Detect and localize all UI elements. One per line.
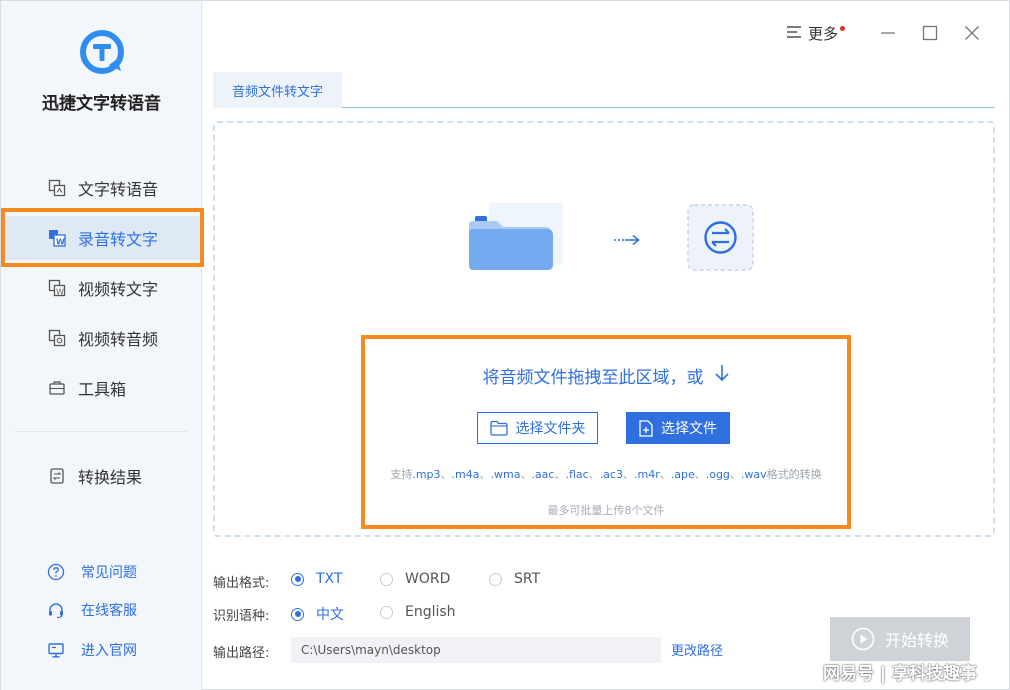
sidebar-item-toolbox[interactable]: 工具箱 — [1, 366, 202, 410]
sidebar-item-label: 视频转音频 — [78, 330, 159, 349]
close-icon — [965, 26, 979, 40]
text-to-speech-icon — [47, 178, 67, 198]
maximize-button[interactable] — [920, 23, 940, 43]
radio-label: SRT — [514, 571, 541, 587]
output-format-label: 输出格式: — [213, 576, 270, 591]
format-item: .mp3 — [412, 468, 441, 481]
arrow-right-icon — [614, 234, 640, 246]
convert-icon — [687, 204, 754, 271]
radio-label: English — [405, 604, 456, 620]
more-label: 更多 — [808, 25, 839, 43]
app-name: 迅捷文字转语音 — [42, 94, 161, 114]
sidebar-item-video-to-text[interactable]: W 视频转文字 — [1, 266, 202, 310]
minimize-icon — [881, 32, 895, 34]
radio-language-chinese[interactable]: 中文 — [291, 604, 344, 624]
change-path-link[interactable]: 更改路径 — [671, 640, 723, 659]
output-path-label: 输出路径: — [213, 646, 270, 661]
tab-audio-to-text[interactable]: 音频文件转文字 — [213, 72, 342, 108]
drop-prompt: 将音频文件拖拽至此区域，或 — [365, 363, 847, 388]
radio-dot — [380, 572, 393, 586]
help-label: 在线客服 — [81, 603, 137, 619]
more-menu-button[interactable]: 更多 — [786, 23, 846, 44]
select-file-button[interactable]: 选择文件 — [626, 412, 730, 444]
svg-text:W: W — [56, 238, 65, 247]
results-icon — [47, 466, 67, 486]
svg-text:W: W — [56, 288, 64, 297]
audio-to-text-icon: W — [47, 228, 67, 248]
format-item: .m4r — [633, 468, 660, 481]
app-window: 迅捷文字转语音 文字转语音 W 录音转文字 W 视频转文字 视频转音频 工具箱 … — [0, 0, 1010, 690]
start-convert-label: 开始转换 — [884, 631, 949, 650]
sidebar-item-label: 视频转文字 — [78, 280, 159, 299]
select-file-label: 选择文件 — [661, 421, 717, 437]
output-path-input[interactable] — [291, 637, 661, 663]
sidebar-item-label: 转换结果 — [78, 468, 143, 487]
radio-label: WORD — [405, 571, 451, 587]
format-item: .ape — [670, 468, 695, 481]
monitor-icon — [47, 641, 65, 659]
help-label: 进入官网 — [81, 643, 137, 659]
add-file-icon — [639, 419, 653, 437]
select-folder-label: 选择文件夹 — [515, 421, 586, 437]
minimize-button[interactable] — [878, 23, 898, 43]
maximize-icon — [922, 25, 938, 41]
help-faq[interactable]: 常见问题 — [1, 558, 202, 586]
sidebar-item-label: 工具箱 — [78, 380, 127, 399]
help-label: 常见问题 — [81, 565, 137, 581]
tab-bar: 音频文件转文字 — [213, 72, 995, 108]
radio-label: 中文 — [316, 607, 344, 623]
arrow-down-icon — [714, 364, 730, 387]
language-label: 识别语种: — [213, 609, 270, 624]
video-to-audio-icon — [47, 328, 67, 348]
help-website[interactable]: 进入官网 — [1, 636, 202, 664]
watermark: 网易号 | 享科技趣事 — [823, 664, 978, 684]
format-item: .ac3 — [599, 468, 623, 481]
folder-outline-icon — [489, 420, 508, 436]
radio-dot — [291, 572, 304, 586]
upload-limit: 最多可批量上传8个文件 — [547, 504, 665, 517]
question-icon — [47, 563, 65, 581]
radio-label: TXT — [316, 571, 343, 587]
sidebar-item-label: 文字转语音 — [78, 180, 159, 199]
radio-format-word[interactable]: WORD — [380, 571, 450, 587]
app-logo-icon — [80, 30, 124, 74]
help-online-service[interactable]: 在线客服 — [1, 596, 202, 624]
support-prefix: 支持 — [390, 468, 413, 481]
supported-formats: 支持.mp3、.m4a、.wma、.aac、.flac、.ac3、.m4r、.a… — [390, 468, 822, 481]
format-item: .aac — [531, 468, 555, 481]
radio-language-english[interactable]: English — [380, 604, 456, 620]
radio-dot — [291, 607, 304, 621]
drop-prompt-text: 将音频文件拖拽至此区域，或 — [482, 368, 704, 388]
sidebar-item-audio-to-text[interactable]: W 录音转文字 — [1, 216, 202, 260]
start-convert-button[interactable]: 开始转换 — [830, 617, 970, 661]
sidebar-item-text-to-speech[interactable]: 文字转语音 — [1, 166, 202, 210]
format-item: .wma — [490, 468, 521, 481]
close-button[interactable] — [962, 23, 982, 43]
radio-format-txt[interactable]: TXT — [291, 571, 342, 587]
radio-dot — [380, 605, 393, 619]
format-item: .wav — [740, 468, 767, 481]
sidebar-item-video-to-audio[interactable]: 视频转音频 — [1, 316, 202, 360]
play-icon — [851, 627, 875, 651]
headset-icon — [47, 601, 65, 619]
sidebar: 迅捷文字转语音 文字转语音 W 录音转文字 W 视频转文字 视频转音频 工具箱 … — [1, 1, 204, 690]
sidebar-item-results[interactable]: 转换结果 — [1, 454, 202, 498]
radio-format-srt[interactable]: SRT — [489, 571, 540, 587]
format-item: .ogg — [705, 468, 730, 481]
format-item: .flac — [565, 468, 589, 481]
video-to-text-icon: W — [47, 278, 67, 298]
notification-dot — [840, 26, 846, 31]
folder-icon — [469, 203, 563, 270]
select-folder-button[interactable]: 选择文件夹 — [477, 412, 598, 444]
toolbox-icon — [47, 378, 67, 398]
support-suffix: 格式的转换 — [766, 468, 822, 481]
radio-dot — [489, 572, 502, 586]
format-item: .m4a — [451, 468, 480, 481]
sidebar-item-label: 录音转文字 — [78, 230, 159, 249]
sidebar-divider — [15, 431, 187, 432]
menu-icon — [786, 25, 802, 43]
